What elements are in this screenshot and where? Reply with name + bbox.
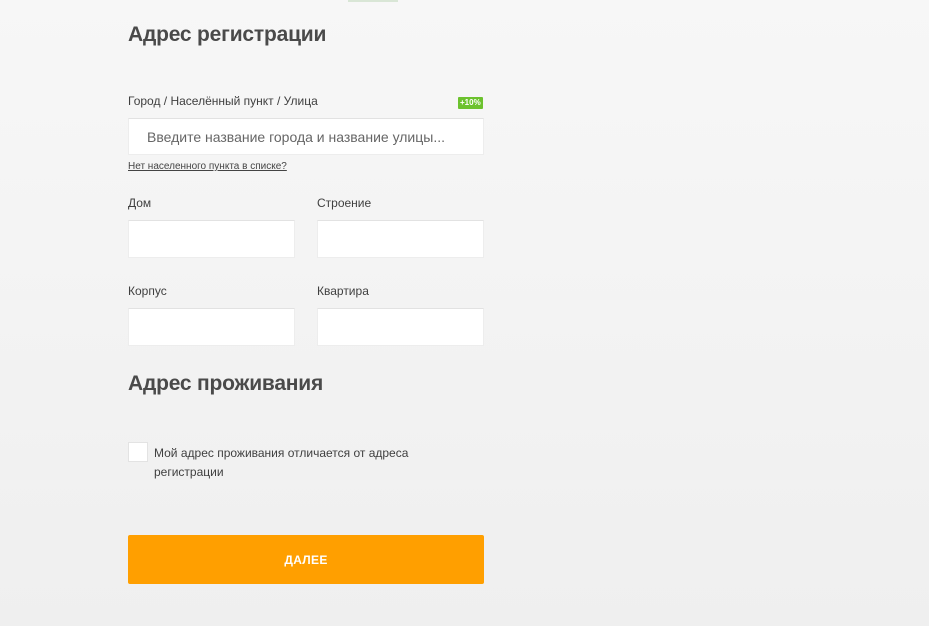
bonus-badge: +10% [458, 97, 483, 109]
apartment-input[interactable] [317, 308, 484, 346]
top-decoration [348, 0, 398, 2]
city-street-input[interactable] [128, 118, 484, 155]
no-city-link[interactable]: Нет населенного пункта в списке? [128, 161, 287, 172]
city-street-label: Город / Населённый пункт / Улица [128, 94, 318, 108]
block-label: Корпус [128, 284, 167, 298]
apartment-label: Квартира [317, 284, 369, 298]
building-label: Строение [317, 196, 372, 210]
house-input[interactable] [128, 220, 295, 258]
next-button[interactable]: ДАЛЕЕ [128, 535, 484, 584]
block-input[interactable] [128, 308, 295, 346]
residence-address-title: Адрес проживания [128, 372, 324, 395]
different-address-checkbox[interactable] [128, 442, 148, 462]
building-input[interactable] [317, 220, 484, 258]
registration-address-title: Адрес регистрации [128, 23, 327, 46]
house-label: Дом [128, 196, 152, 210]
different-address-label: Мой адрес проживания отличается от адрес… [154, 446, 409, 479]
